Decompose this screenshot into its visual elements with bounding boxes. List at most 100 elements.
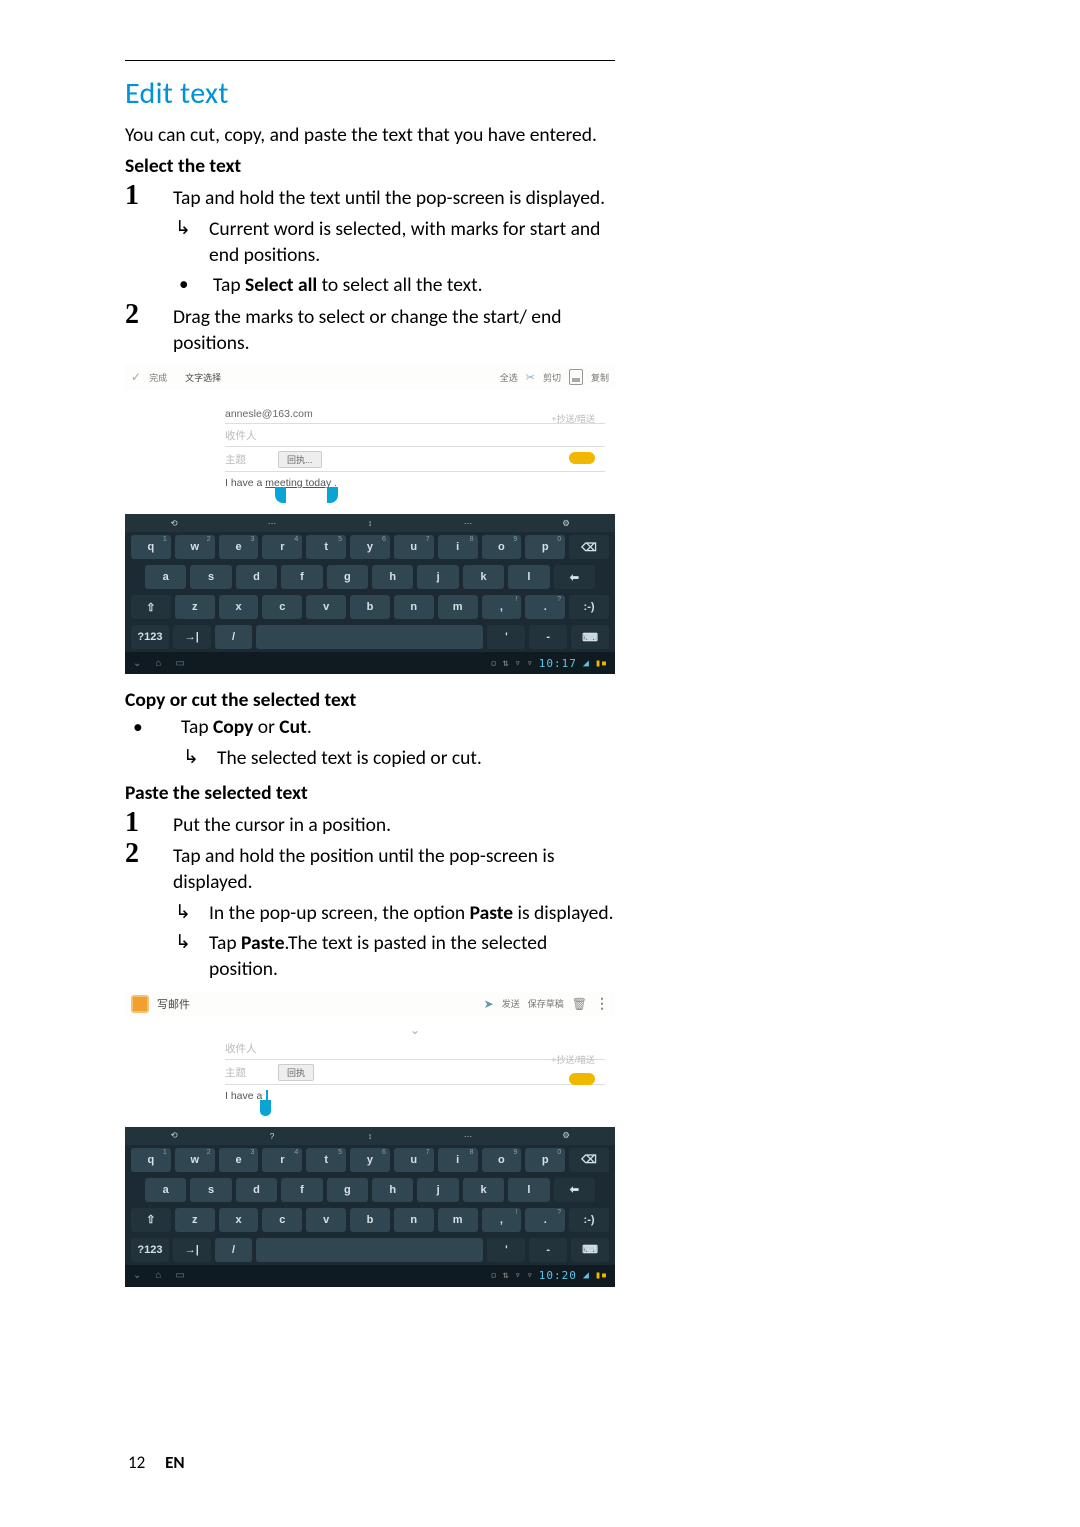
key-u: u7 — [394, 535, 434, 559]
key-.: .? — [525, 595, 565, 619]
copy-head: Copy or cut the selected text — [125, 688, 615, 712]
key-z: z — [175, 595, 215, 619]
subject-label-2: 主题 — [225, 1065, 270, 1080]
email-body-2: I have a — [225, 1085, 605, 1121]
email-form-2: ⌄ +抄送/暗送 收件人 主题 回执 I have a — [125, 1017, 615, 1127]
key-kbd: ⌨ — [571, 1238, 609, 1262]
key-num: ?123 — [131, 1238, 169, 1262]
key-backspace: ⌫ — [569, 1148, 609, 1172]
key-backspace: ⌫ — [569, 535, 609, 559]
clock-2: 10:20 — [539, 1269, 577, 1282]
key-t: t5 — [306, 535, 346, 559]
key-w: w2 — [175, 535, 215, 559]
key-num: ?123 — [131, 625, 169, 649]
shot1-topbar: ✓ 完成 文字选择 全选 ✂ 剪切 复制 — [125, 364, 615, 390]
nav-down-icon: ⌄ — [133, 1270, 141, 1281]
nav-recent-icon: ▭ — [175, 1270, 184, 1281]
chevron-down-icon: ⌄ — [225, 1023, 605, 1037]
key-n: n — [394, 1208, 434, 1232]
key-v: v — [306, 595, 346, 619]
key-,: ,! — [482, 595, 522, 619]
key-smile: :-) — [569, 1208, 609, 1232]
key-g: g — [327, 565, 368, 589]
key-enter: ⬅ — [554, 1178, 595, 1202]
key-j: j — [417, 1178, 458, 1202]
key-c: c — [262, 1208, 302, 1232]
page-lang: EN — [165, 1452, 185, 1473]
key-slash: / — [215, 1238, 253, 1262]
page-footer: 12 EN — [128, 1452, 185, 1473]
toggle-pill — [569, 452, 595, 464]
nav-home-icon: ⌂ — [155, 1270, 161, 1281]
paste-steps: 1Put the cursor in a position.2Tap and h… — [125, 807, 615, 983]
select-text-head: Select the text — [125, 154, 615, 178]
trash-icon: 🗑 — [572, 997, 587, 1011]
result-arrow-icon: ↳ — [173, 216, 209, 269]
clock: 10:17 — [539, 657, 577, 670]
copy-bullet-text: Tap Copy or Cut. ↳ The selected text is … — [181, 714, 615, 771]
keyboard: q1w2e3r4t5y6u7i8o9p0⌫asdfghjkl⬅⇧zxcvbnm,… — [125, 532, 615, 652]
key-space — [256, 625, 483, 649]
key-c: c — [262, 595, 302, 619]
email-to: annesle@163.com — [225, 408, 313, 420]
key-n: n — [394, 595, 434, 619]
email-form: annesle@163.com +抄送/暗送 收件人 主题 回执... I ha… — [125, 390, 615, 514]
app-icon — [131, 995, 149, 1013]
step-number: 2 — [125, 299, 173, 329]
add-cc: +抄送/暗送 — [551, 412, 595, 425]
nav-home-icon: ⌂ — [155, 658, 161, 669]
sub-text: Tap Select all to select all the text. — [213, 272, 615, 298]
step-number: 1 — [125, 807, 173, 837]
step-body: Tap and hold the text until the pop-scre… — [173, 185, 615, 298]
key-shift: ⇧ — [131, 595, 171, 619]
step-text: Put the cursor in a position. — [173, 812, 615, 838]
send-label: 发送 — [502, 997, 520, 1010]
key-k: k — [463, 565, 504, 589]
copy-bullets: • Tap Copy or Cut. ↳ The selected text i… — [125, 714, 615, 771]
key-m: m — [438, 595, 478, 619]
key-r: r4 — [262, 535, 302, 559]
selection-handle-right — [327, 487, 338, 503]
edit-toolbar-2: ⟲?↕···⚙ — [125, 1127, 615, 1145]
screenshot-paste: 写邮件 ➤ 发送 保存草稿 🗑 ⋮ ⌄ +抄送/暗送 收件人 主题 回执 I h… — [125, 991, 615, 1287]
key-w: w2 — [175, 1148, 215, 1172]
key-x: x — [219, 1208, 259, 1232]
key-s: s — [190, 1178, 231, 1202]
step-sub: ↳Tap Paste.The text is pasted in the sel… — [173, 930, 615, 983]
key-o: o9 — [482, 1148, 522, 1172]
screenshot-select: ✓ 完成 文字选择 全选 ✂ 剪切 复制 annesle@163.com +抄送… — [125, 364, 615, 674]
body-2: I have a — [225, 1090, 262, 1102]
nav-recent-icon: ▭ — [175, 658, 184, 669]
key-slash: / — [215, 625, 253, 649]
section-rule — [125, 60, 615, 61]
sub-text: Tap Paste.The text is pasted in the sele… — [209, 930, 615, 983]
key-l: l — [508, 1178, 549, 1202]
t: Tap — [181, 715, 213, 739]
key-m: m — [438, 1208, 478, 1232]
t: Copy — [213, 715, 253, 739]
step-number: 1 — [125, 180, 173, 210]
key-j: j — [417, 565, 458, 589]
topbar-done: 完成 — [149, 371, 167, 384]
bullet-dot: • — [125, 714, 181, 771]
kebab-icon: ⋮ — [595, 995, 609, 1012]
key-smile: :-) — [569, 595, 609, 619]
android-navbar-2: ⌄⌂▭ ▫ ⇅ ▿ ▿10:20◢▮▪ — [125, 1265, 615, 1287]
step-body: Drag the marks to select or change the s… — [173, 304, 615, 357]
nav-down-icon: ⌄ — [133, 658, 141, 669]
key-k: k — [463, 1178, 504, 1202]
select-steps: 1Tap and hold the text until the pop-scr… — [125, 180, 615, 356]
t: or — [253, 715, 279, 739]
key-d: d — [236, 1178, 277, 1202]
key-e: e3 — [219, 535, 259, 559]
key-o: o9 — [482, 535, 522, 559]
key-i: i8 — [438, 535, 478, 559]
step-number: 2 — [125, 838, 173, 868]
keyboard-2: q1w2e3r4t5y6u7i8o9p0⌫asdfghjkl⬅⇧zxcvbnm,… — [125, 1145, 615, 1265]
shot2-topbar: 写邮件 ➤ 发送 保存草稿 🗑 ⋮ — [125, 991, 615, 1017]
sub-text: In the pop-up screen, the option Paste i… — [209, 900, 615, 926]
key-dash: - — [529, 1238, 567, 1262]
email-body: I have a meeting today . — [225, 472, 605, 508]
topbar-selectall: 全选 — [500, 371, 518, 384]
status-icons: ▫ ⇅ ▿ ▿ — [491, 658, 533, 669]
